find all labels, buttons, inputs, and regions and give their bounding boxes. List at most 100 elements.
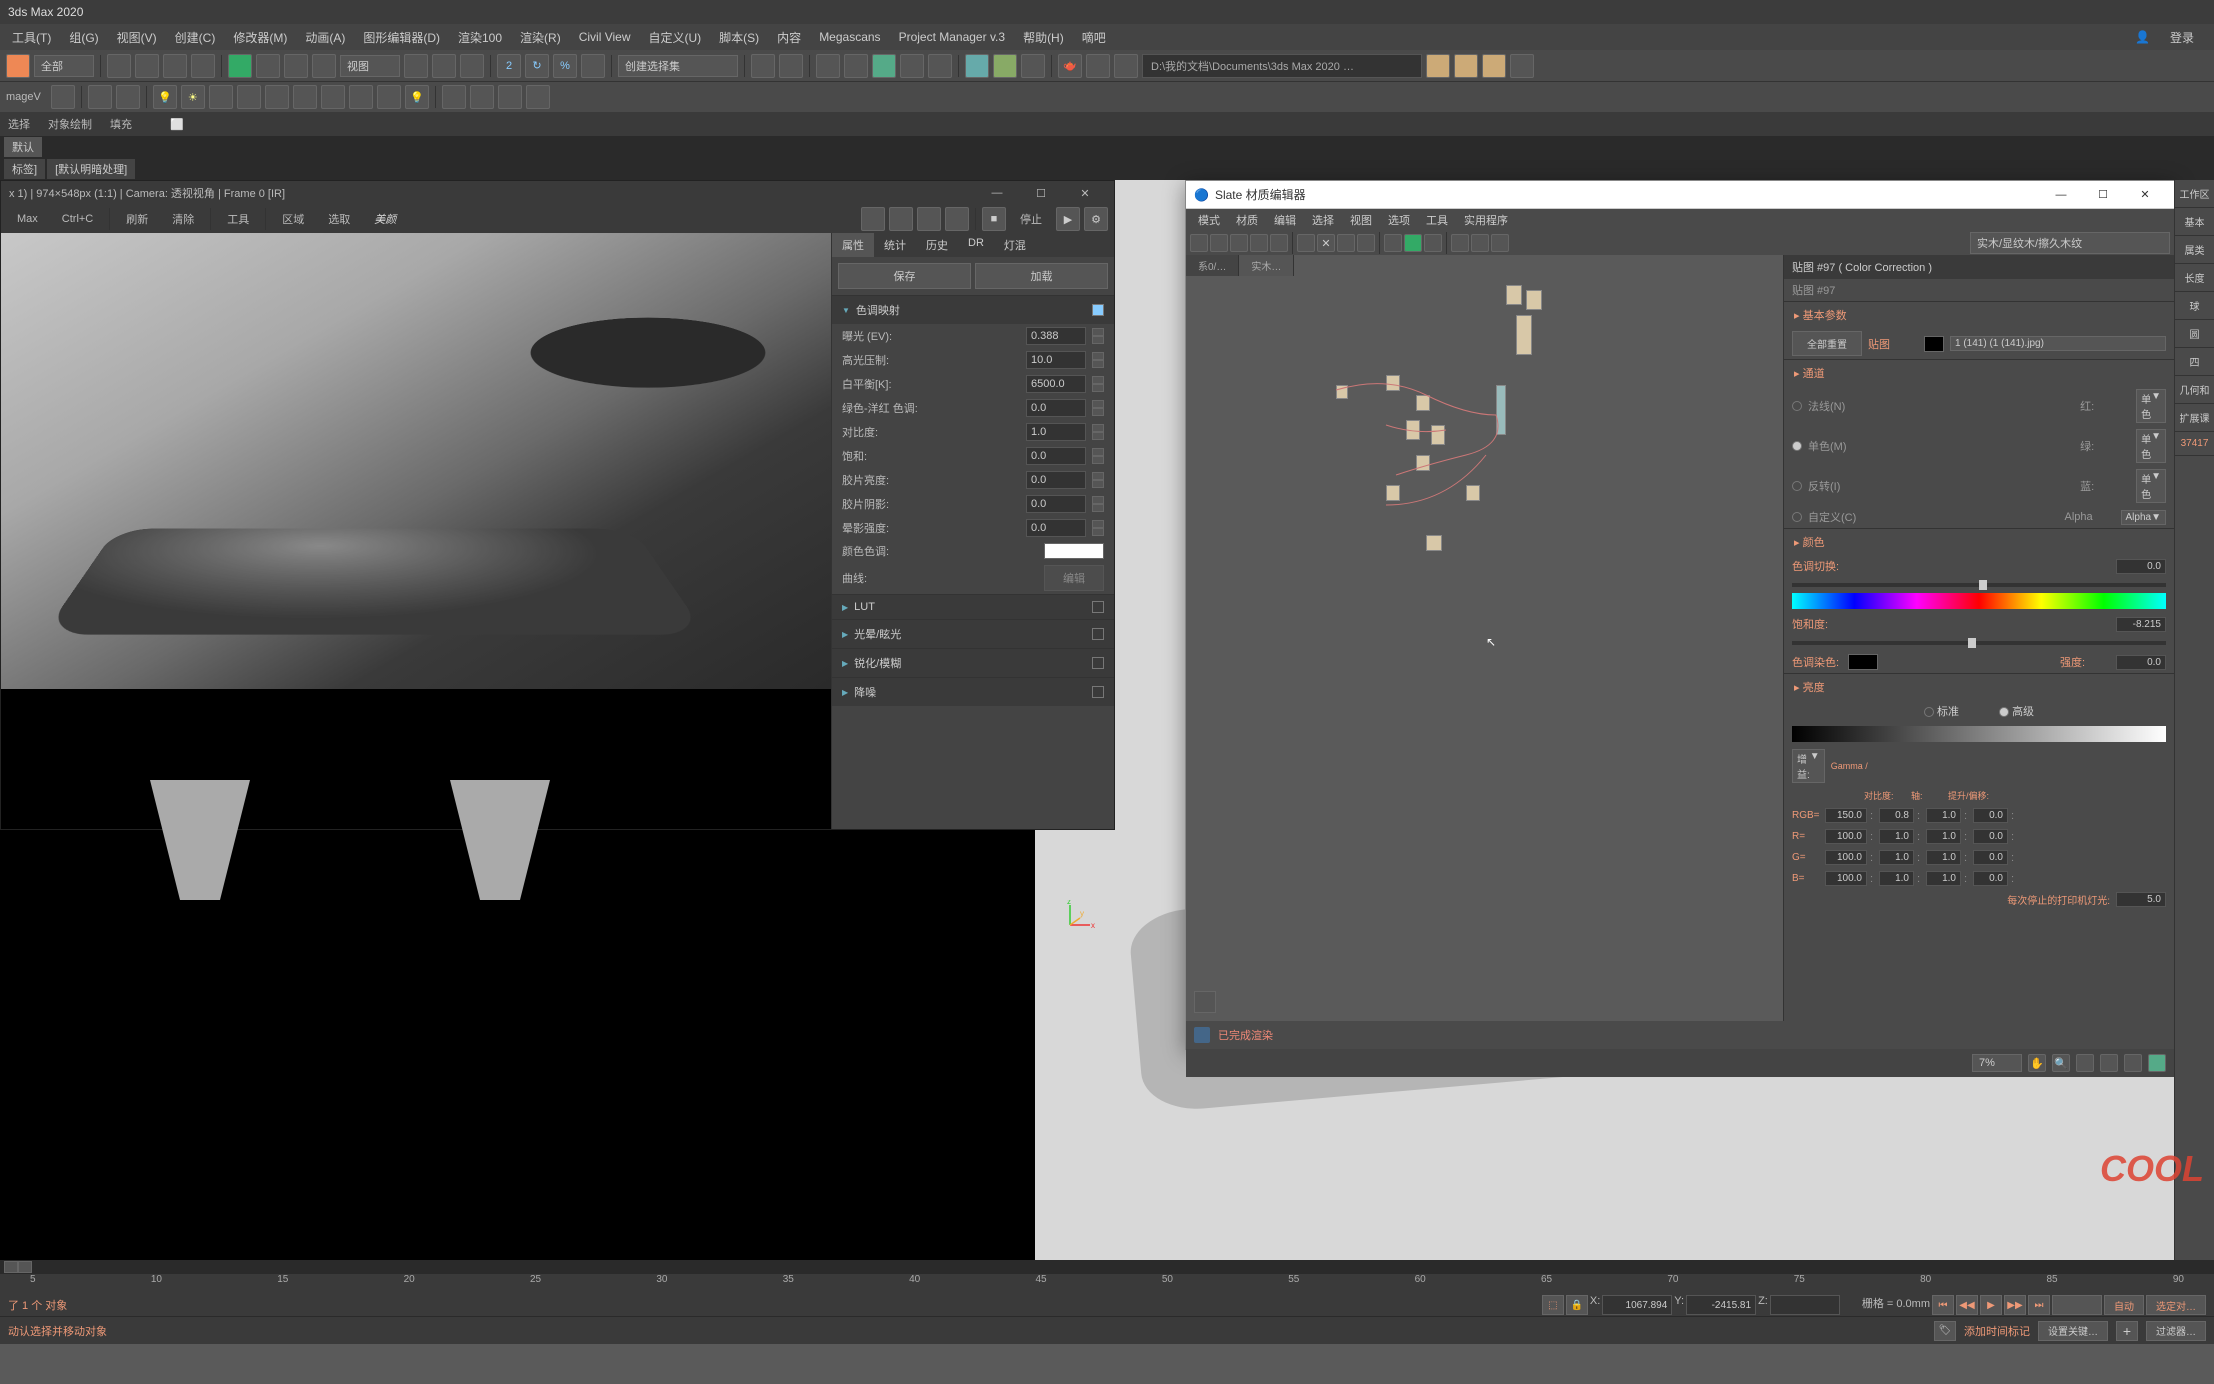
spin-up[interactable] — [1092, 424, 1104, 432]
fb-titlebar[interactable]: x 1) | 974×548px (1:1) | Camera: 透视视角 | … — [1, 181, 1114, 205]
light-sun-icon[interactable]: ☀ — [181, 85, 205, 109]
slate-fitall-icon[interactable] — [2100, 1054, 2118, 1072]
tonemap-checkbox[interactable] — [1092, 304, 1104, 316]
slate-menu-edit[interactable]: 编辑 — [1266, 209, 1304, 231]
spin-up[interactable] — [1092, 472, 1104, 480]
render-setup-icon[interactable] — [993, 54, 1017, 78]
fb-tab-props[interactable]: 属性 — [832, 233, 874, 257]
sel-rect-icon[interactable] — [442, 85, 466, 109]
fb-maximize-button[interactable]: ☐ — [1020, 183, 1062, 203]
radio-standard[interactable] — [1924, 707, 1934, 717]
slate-material-dropdown[interactable]: 实木/显纹木/擦久木纹 — [1970, 232, 2170, 254]
slate-hand-icon[interactable]: ✋ — [2028, 1054, 2046, 1072]
fb-region-btn[interactable]: 区域 — [272, 208, 314, 230]
render-img-icon[interactable] — [1114, 54, 1138, 78]
slate-menu-select[interactable]: 选择 — [1304, 209, 1342, 231]
material-node[interactable] — [1506, 285, 1522, 305]
radio-custom[interactable] — [1792, 512, 1802, 522]
fb-beautify-btn[interactable]: 美颜 — [364, 208, 406, 230]
slate-view-tab-1[interactable]: 系0/… — [1186, 255, 1239, 276]
slate-tb-icon[interactable] — [1250, 234, 1268, 252]
menu-group[interactable]: 组(G) — [61, 25, 106, 50]
rgb-gain[interactable] — [1825, 808, 1867, 823]
keyboard-shortcut-icon[interactable] — [460, 54, 484, 78]
light-strip-icon[interactable] — [293, 85, 317, 109]
fb-close-button[interactable]: ✕ — [1064, 183, 1106, 203]
alpha-dropdown[interactable]: Alpha▼ — [2121, 510, 2166, 525]
slate-menu-view[interactable]: 视图 — [1342, 209, 1380, 231]
fb-tool-btn[interactable]: 工具 — [217, 208, 259, 230]
lut-checkbox[interactable] — [1092, 601, 1104, 613]
slate-snap-icon[interactable] — [2148, 1054, 2166, 1072]
material-node[interactable] — [1431, 425, 1445, 445]
fb-clear-btn[interactable]: 清除 — [162, 208, 204, 230]
material-node[interactable] — [1336, 385, 1348, 399]
coord-system[interactable]: 视图 — [340, 55, 400, 77]
cmd-tab-length[interactable]: 长度 — [2175, 264, 2214, 292]
slate-tb-icon[interactable] — [1424, 234, 1442, 252]
sat-input[interactable] — [2116, 617, 2166, 632]
render-frame-icon[interactable] — [1021, 54, 1045, 78]
toggle-ribbon-icon[interactable] — [872, 54, 896, 78]
fb-pick-btn[interactable]: 选取 — [318, 208, 360, 230]
sel-wave-icon[interactable] — [526, 85, 550, 109]
spin-up[interactable] — [1092, 352, 1104, 360]
filmhi-input[interactable] — [1026, 471, 1086, 489]
spin-down[interactable] — [1092, 432, 1104, 440]
fb-chan4-icon[interactable] — [945, 207, 969, 231]
spinner-snap-icon[interactable] — [581, 54, 605, 78]
printer-input[interactable] — [2116, 892, 2166, 907]
menu-modifiers[interactable]: 修改器(M) — [225, 25, 295, 50]
vp-label-tab-1[interactable]: 标签] — [4, 159, 45, 179]
cmd-tab-basic[interactable]: 基本 — [2175, 208, 2214, 236]
slate-tb-icon[interactable] — [1491, 234, 1509, 252]
slate-graph-view[interactable]: 系0/… 实木… — [1186, 255, 1784, 1021]
timeslider-track[interactable] — [0, 1260, 2214, 1274]
isolate-icon[interactable]: ⬚ — [1542, 1295, 1564, 1315]
slate-tb-icon[interactable] — [1451, 234, 1469, 252]
sub-objcontrol[interactable]: 对象绘制 — [48, 116, 92, 132]
contrast-input[interactable] — [1026, 423, 1086, 441]
spin-down[interactable] — [1092, 480, 1104, 488]
menu-animation[interactable]: 动画(A) — [297, 25, 353, 50]
fb-chan2-icon[interactable] — [889, 207, 913, 231]
coord-y[interactable] — [1686, 1295, 1756, 1315]
rgb-gamma[interactable] — [1879, 808, 1914, 823]
light-oval-icon[interactable] — [349, 85, 373, 109]
spin-down[interactable] — [1092, 408, 1104, 416]
fb-sec-bloom[interactable]: 光晕/眩光 — [832, 620, 1114, 648]
g-pivot[interactable] — [1926, 850, 1961, 865]
spin-up[interactable] — [1092, 448, 1104, 456]
highlight-input[interactable] — [1026, 351, 1086, 369]
r-lift[interactable] — [1973, 829, 2008, 844]
slate-tb-icon[interactable] — [1270, 234, 1288, 252]
curve-editor-icon[interactable] — [900, 54, 924, 78]
menu-content[interactable]: 内容 — [769, 25, 809, 50]
sat-input[interactable] — [1026, 447, 1086, 465]
map-swatch[interactable] — [1924, 336, 1944, 352]
fb-play-icon[interactable]: ▶ — [1056, 207, 1080, 231]
pivot-icon[interactable] — [404, 54, 428, 78]
material-output-node[interactable] — [1496, 385, 1506, 435]
fb-tab-history[interactable]: 历史 — [916, 233, 958, 257]
window-crossing-icon[interactable] — [191, 54, 215, 78]
reset-all-button[interactable]: 全部重置 — [1792, 331, 1862, 356]
whitebal-input[interactable] — [1026, 375, 1086, 393]
menu-grapheditors[interactable]: 图形编辑器(D) — [355, 25, 448, 50]
manipulate-icon[interactable] — [432, 54, 456, 78]
slate-menu-mode[interactable]: 模式 — [1190, 209, 1228, 231]
snap-2d-icon[interactable]: 2 — [497, 54, 521, 78]
slate-view-tab-2[interactable]: 实木… — [1239, 255, 1294, 276]
selection-filter[interactable]: 全部 — [34, 55, 94, 77]
default-tab[interactable]: 默认 — [4, 137, 42, 157]
align-icon[interactable] — [779, 54, 803, 78]
material-node[interactable] — [1386, 485, 1400, 501]
prev-frame-icon[interactable]: ◀◀ — [1956, 1295, 1978, 1315]
slate-tb-icon[interactable] — [1471, 234, 1489, 252]
slate-tb-icon[interactable] — [1337, 234, 1355, 252]
green-dropdown[interactable]: 单色▼ — [2136, 429, 2166, 463]
gear-icon[interactable] — [1510, 54, 1534, 78]
timeslider-left-btn[interactable] — [4, 1261, 18, 1273]
red-dropdown[interactable]: 单色▼ — [2136, 389, 2166, 423]
timeline[interactable]: 5 10 15 20 25 30 35 40 45 50 55 60 65 70… — [0, 1274, 2214, 1294]
